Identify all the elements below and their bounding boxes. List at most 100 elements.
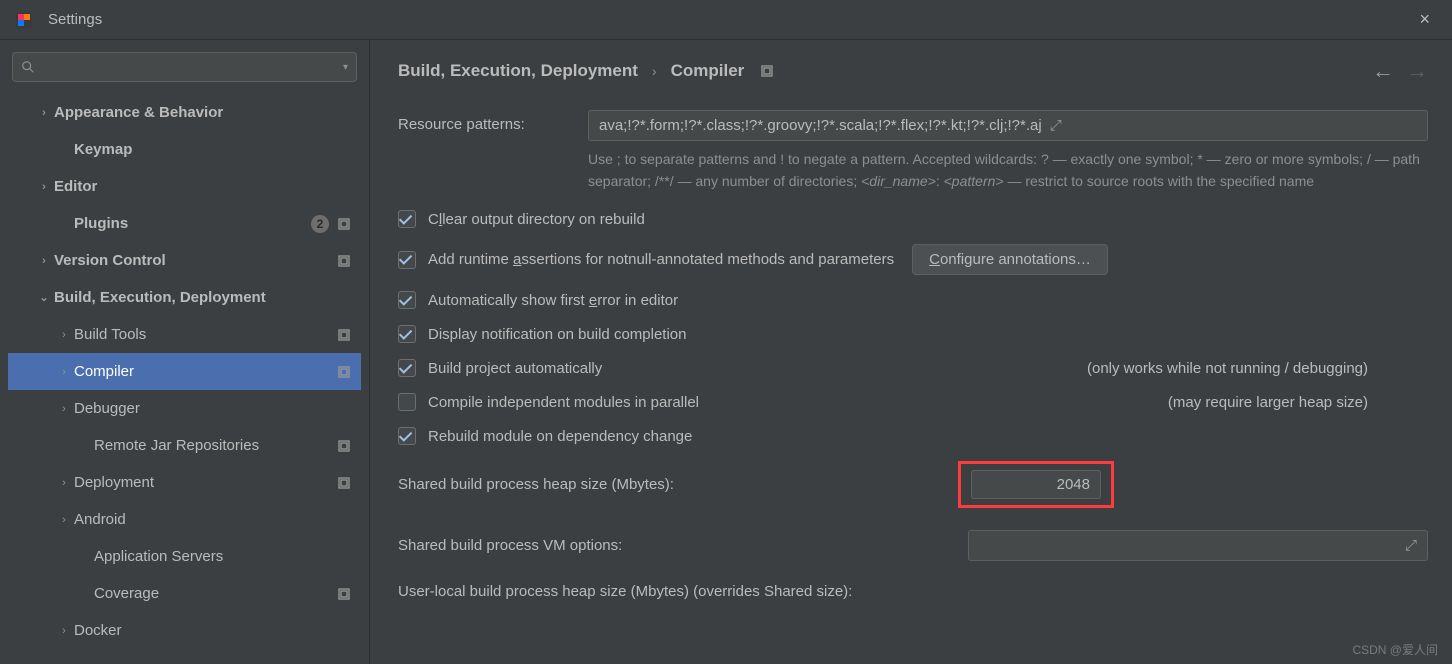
sidebar-item-label: Deployment	[74, 474, 337, 491]
project-scope-icon	[337, 587, 351, 601]
resource-patterns-input[interactable]: ava;!?*.form;!?*.class;!?*.groovy;!?*.sc…	[588, 110, 1428, 141]
sidebar-item[interactable]: ›Version Control	[8, 242, 361, 279]
vm-options-label: Shared build process VM options:	[398, 537, 968, 554]
sidebar-item[interactable]: Application Servers	[8, 538, 361, 575]
breadcrumb: Build, Execution, Deployment › Compiler …	[398, 58, 1428, 84]
titlebar: Settings ×	[0, 0, 1452, 40]
sidebar-item-label: Keymap	[74, 141, 351, 158]
search-icon	[21, 60, 35, 74]
sidebar-item-label: Build, Execution, Deployment	[54, 289, 351, 306]
sidebar-item[interactable]: ⌄Build, Execution, Deployment	[8, 279, 361, 316]
build-auto-checkbox[interactable]	[398, 359, 416, 377]
chevron-icon: ›	[56, 625, 72, 637]
notification-checkbox[interactable]	[398, 325, 416, 343]
sidebar-item[interactable]: ›Debugger	[8, 390, 361, 427]
settings-tree: ›Appearance & BehaviorKeymap›EditorPlugi…	[8, 94, 361, 652]
sidebar-item[interactable]: ›Appearance & Behavior	[8, 94, 361, 131]
rebuild-dep-label: Rebuild module on dependency change	[428, 428, 692, 445]
project-scope-icon	[337, 254, 351, 268]
chevron-icon: ⌄	[36, 291, 52, 304]
heap-size-row: Shared build process heap size (Mbytes):	[398, 461, 1428, 508]
parallel-label: Compile independent modules in parallel	[428, 394, 699, 411]
chevron-icon: ›	[36, 181, 52, 193]
auto-error-checkbox[interactable]	[398, 291, 416, 309]
project-scope-icon	[337, 328, 351, 342]
chevron-icon: ›	[56, 514, 72, 526]
resource-patterns-label: Resource patterns:	[398, 110, 588, 133]
rebuild-dep-checkbox-row: Rebuild module on dependency change	[398, 427, 1428, 445]
chevron-icon: ›	[56, 477, 72, 489]
resource-patterns-row: Resource patterns: ava;!?*.form;!?*.clas…	[398, 110, 1428, 141]
project-scope-icon	[337, 217, 351, 231]
clear-output-checkbox[interactable]	[398, 210, 416, 228]
vm-options-row: Shared build process VM options: ⤢	[398, 530, 1428, 561]
app-icon	[14, 10, 34, 30]
build-auto-note: (only works while not running / debuggin…	[1087, 360, 1428, 377]
sidebar-item-label: Debugger	[74, 400, 351, 417]
auto-error-checkbox-row: Automatically show first error in editor	[398, 291, 1428, 309]
configure-annotations-button[interactable]: Configure annotations…	[912, 244, 1108, 275]
resource-patterns-help: Use ; to separate patterns and ! to nega…	[588, 149, 1428, 192]
chevron-right-icon: ›	[652, 63, 657, 79]
heap-size-label: Shared build process heap size (Mbytes):	[398, 476, 968, 493]
chevron-icon: ›	[56, 366, 72, 378]
rebuild-dep-checkbox[interactable]	[398, 427, 416, 445]
notification-checkbox-row: Display notification on build completion	[398, 325, 1428, 343]
badge: 2	[311, 215, 329, 233]
parallel-checkbox[interactable]	[398, 393, 416, 411]
vm-options-input[interactable]: ⤢	[968, 530, 1428, 561]
project-scope-icon	[760, 64, 774, 78]
assertions-checkbox[interactable]	[398, 251, 416, 269]
nav-forward-icon: →	[1406, 58, 1428, 84]
close-icon[interactable]: ×	[1411, 5, 1438, 34]
sidebar-item[interactable]: Coverage	[8, 575, 361, 612]
parallel-note: (may require larger heap size)	[1168, 394, 1428, 411]
chevron-icon: ›	[56, 403, 72, 415]
nav-back-icon[interactable]: ←	[1372, 58, 1394, 84]
main: ▾ ›Appearance & BehaviorKeymap›EditorPlu…	[0, 40, 1452, 664]
auto-error-label: Automatically show first error in editor	[428, 292, 678, 309]
content: Build, Execution, Deployment › Compiler …	[370, 40, 1452, 664]
sidebar-item[interactable]: ›Build Tools	[8, 316, 361, 353]
sidebar-item[interactable]: ›Compiler	[8, 353, 361, 390]
search-caret-icon: ▾	[343, 62, 348, 73]
sidebar-item[interactable]: ›Editor	[8, 168, 361, 205]
sidebar-item-label: Android	[74, 511, 351, 528]
sidebar-item-label: Coverage	[94, 585, 337, 602]
sidebar-item-label: Remote Jar Repositories	[94, 437, 337, 454]
heap-highlight	[958, 461, 1114, 508]
sidebar-item-label: Build Tools	[74, 326, 337, 343]
window-title: Settings	[48, 11, 102, 28]
project-scope-icon	[337, 365, 351, 379]
clear-output-label: Cllear output directory on rebuild	[428, 211, 645, 228]
sidebar-item[interactable]: Keymap	[8, 131, 361, 168]
expand-icon[interactable]: ⤢	[1405, 537, 1417, 554]
breadcrumb-current: Compiler	[671, 61, 745, 81]
sidebar-item-label: Compiler	[74, 363, 337, 380]
build-auto-label: Build project automatically	[428, 360, 602, 377]
chevron-icon: ›	[36, 255, 52, 267]
sidebar-item[interactable]: ›Docker	[8, 612, 361, 649]
expand-icon[interactable]: ⤢	[1050, 117, 1062, 134]
sidebar-item[interactable]: ›Deployment	[8, 464, 361, 501]
search-field[interactable]	[39, 59, 343, 75]
watermark: CSDN @爱人间	[1352, 641, 1438, 658]
search-input[interactable]: ▾	[12, 52, 357, 82]
assertions-label: Add runtime assertions for notnull-annot…	[428, 251, 894, 268]
sidebar-item-label: Editor	[54, 178, 351, 195]
breadcrumb-root[interactable]: Build, Execution, Deployment	[398, 61, 638, 81]
sidebar-item-label: Plugins	[74, 215, 311, 232]
sidebar-item-label: Version Control	[54, 252, 337, 269]
heap-size-input[interactable]	[971, 470, 1101, 499]
sidebar-item[interactable]: ›Android	[8, 501, 361, 538]
user-heap-row: User-local build process heap size (Mbyt…	[398, 583, 1428, 600]
sidebar: ▾ ›Appearance & BehaviorKeymap›EditorPlu…	[0, 40, 370, 664]
sidebar-item[interactable]: Plugins2	[8, 205, 361, 242]
clear-output-checkbox-row: Cllear output directory on rebuild	[398, 210, 1428, 228]
build-auto-checkbox-row: Build project automatically (only works …	[398, 359, 1428, 377]
project-scope-icon	[337, 476, 351, 490]
sidebar-item-label: Docker	[74, 622, 351, 639]
sidebar-item[interactable]: Remote Jar Repositories	[8, 427, 361, 464]
assertions-checkbox-row: Add runtime assertions for notnull-annot…	[398, 244, 1428, 275]
sidebar-item-label: Application Servers	[94, 548, 351, 565]
